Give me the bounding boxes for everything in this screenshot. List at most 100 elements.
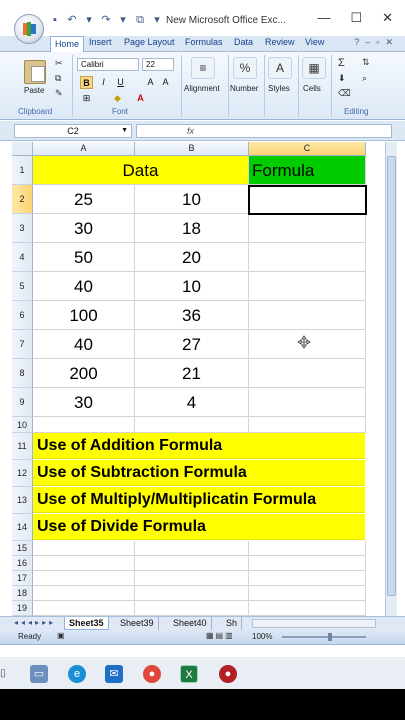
tab-insert[interactable]: Insert [89,37,112,47]
undo-dropdown-icon[interactable]: ▾ [82,13,96,27]
minimize-button[interactable]: — [317,10,330,26]
italic-icon[interactable]: I [97,76,110,89]
row-header-15[interactable]: 15 [12,541,33,556]
cut-icon[interactable]: ✂ [55,58,63,69]
name-box[interactable]: C2 ▼ [14,124,132,138]
row-header-8[interactable]: 8 [12,359,33,388]
cell-b6[interactable]: 36 [135,301,249,330]
cell-b8[interactable]: 21 [135,359,249,388]
cells-icon[interactable]: ▦ [302,57,326,79]
ribbon-window-controls[interactable]: ?–▫✕ [354,37,399,48]
excel-taskbar-icon[interactable]: X [180,665,198,683]
cell-a2[interactable]: 25 [33,185,135,214]
cell-a18[interactable] [33,586,135,601]
office-button[interactable] [14,14,44,44]
zoom-slider[interactable] [282,636,366,638]
cell-c10[interactable] [249,417,366,433]
cell-c4[interactable] [249,243,366,272]
row-header-5[interactable]: 5 [12,272,33,301]
undo-icon[interactable]: ↶ [65,13,79,27]
format-painter-icon[interactable]: ✎ [55,88,63,99]
cell-a17[interactable] [33,571,135,586]
tab-formulas[interactable]: Formulas [185,37,223,47]
alignment-icon[interactable]: ≡ [191,57,215,79]
note-row-addition[interactable]: Use of Addition Formula [33,433,365,459]
row-header-16[interactable]: 16 [12,556,33,571]
row-header-18[interactable]: 18 [12,586,33,601]
cell-a9[interactable]: 30 [33,388,135,417]
cell-c19[interactable] [249,601,366,616]
cell-b5[interactable]: 10 [135,272,249,301]
font-name-box[interactable]: Calibri [77,58,139,71]
styles-icon[interactable]: A [268,57,292,79]
cell-a5[interactable]: 40 [33,272,135,301]
scroll-thumb[interactable] [387,156,396,596]
file-explorer-icon[interactable]: ▭ [30,665,48,683]
sort-filter-icon[interactable]: ⇅ [362,57,370,68]
sheet-nav-arrows-icon[interactable]: ◂◂◂▸▸▸ [14,618,56,627]
chevron-down-icon[interactable]: ▼ [121,125,128,137]
taskview-icon[interactable]: ⌷ [0,665,12,683]
fill-color-icon[interactable]: ◆ [111,92,124,105]
cell-c15[interactable] [249,541,366,556]
sheet-tab-sheet39[interactable]: Sheet39 [116,617,159,630]
styles-label[interactable]: Styles [268,84,290,93]
row-header-17[interactable]: 17 [12,571,33,586]
cell-b2[interactable]: 10 [135,185,249,214]
sheet-tab-sheet35[interactable]: Sheet35 [64,617,109,630]
cell-b4[interactable]: 20 [135,243,249,272]
mail-icon[interactable]: ✉ [105,665,123,683]
macro-record-icon[interactable]: ▣ [57,631,65,640]
cell-b18[interactable] [135,586,249,601]
row-header-2[interactable]: 2 [12,185,33,214]
borders-icon[interactable]: ⊞ [80,92,93,105]
maximize-button[interactable]: ☐ [350,10,362,26]
cell-b16[interactable] [135,556,249,571]
clear-icon[interactable]: ⌫ [338,88,351,99]
sheet-tab-sh[interactable]: Sh [222,617,243,630]
close-button[interactable]: ✕ [382,10,393,26]
find-select-icon[interactable]: ⌕ [362,73,367,84]
cell-b9[interactable]: 4 [135,388,249,417]
autosum-icon[interactable]: Σ [338,57,345,69]
cell-a7[interactable]: 40 [33,330,135,359]
tab-view[interactable]: View [305,37,324,47]
zoom-level[interactable]: 100% [252,632,272,641]
paste-label[interactable]: Paste [24,86,44,95]
cell-b3[interactable]: 18 [135,214,249,243]
cell-c17[interactable] [249,571,366,586]
number-label[interactable]: Number [230,84,258,93]
cell-c16[interactable] [249,556,366,571]
grow-font-icon[interactable]: A [144,76,157,89]
cell-a16[interactable] [33,556,135,571]
shrink-font-icon[interactable]: A [159,76,172,89]
bold-icon[interactable]: B [80,76,93,89]
horizontal-scrollbar[interactable] [252,619,376,628]
vertical-scrollbar[interactable] [385,142,397,616]
cell-c6[interactable] [249,301,366,330]
cells-label[interactable]: Cells [303,84,321,93]
row-header-1[interactable]: 1 [12,156,33,185]
cell-a8[interactable]: 200 [33,359,135,388]
cell-b15[interactable] [135,541,249,556]
column-header-c[interactable]: C [249,142,366,156]
cell-a3[interactable]: 30 [33,214,135,243]
cell-a4[interactable]: 50 [33,243,135,272]
formula-input[interactable]: fx [136,124,392,138]
tab-review[interactable]: Review [265,37,295,47]
cell-a19[interactable] [33,601,135,616]
select-all-corner[interactable] [12,142,33,156]
alignment-label[interactable]: Alignment [184,84,220,93]
row-header-11[interactable]: 11 [12,433,33,460]
print-preview-icon[interactable]: ⧉ [133,13,147,27]
row-header-13[interactable]: 13 [12,487,33,514]
row-header-6[interactable]: 6 [12,301,33,330]
font-color-icon[interactable]: A [134,92,147,105]
cell-b10[interactable] [135,417,249,433]
cell-a6[interactable]: 100 [33,301,135,330]
cell-a15[interactable] [33,541,135,556]
view-buttons-icon[interactable]: ▦▤▥ [206,631,235,640]
zoom-slider-knob[interactable] [328,633,332,641]
sheet-tab-sheet40[interactable]: Sheet40 [169,617,212,630]
cell-b17[interactable] [135,571,249,586]
